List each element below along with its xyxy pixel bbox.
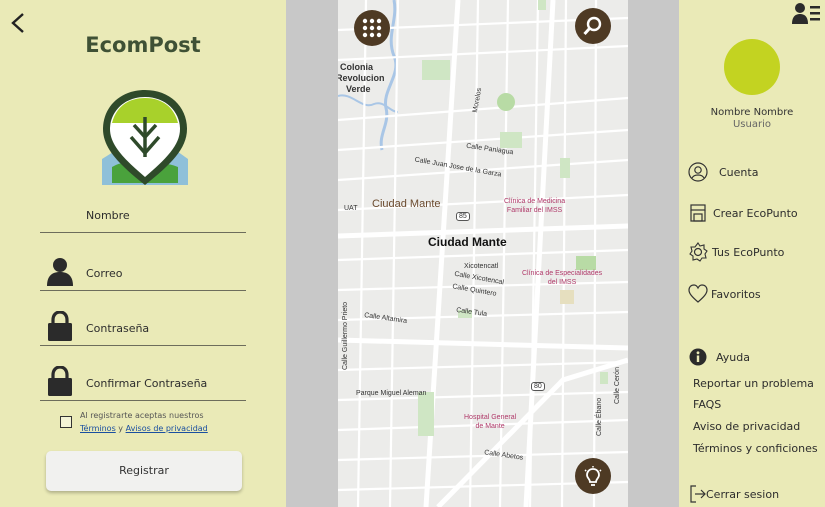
lock-icon [48,311,72,341]
grid-icon [362,18,382,38]
store-icon [690,204,706,222]
terms-text: Al registrarte aceptas nuestros Términos… [80,409,208,435]
menu-item-favorites-label: Favoritos [711,288,761,301]
terms-conditions-link[interactable]: Términos y conficiones [693,442,818,455]
map-label-calle-ceron: Calle Cerón [614,367,621,404]
search-icon [583,16,602,36]
map-label-hospital-line2: de Mante [475,423,505,430]
register-button[interactable]: Registrar [46,451,242,491]
map-label-hospital: Hospital General de Mante [464,413,516,431]
menu-item-create-ecopunto[interactable]: Crear EcoPunto [688,201,822,225]
back-arrow-icon[interactable] [10,12,26,34]
privacy-link[interactable]: Avisos de privacidad [126,424,208,433]
map-label-xicotencatl: Xicotencatl [464,263,499,270]
search-button[interactable] [575,8,611,44]
heart-icon [688,284,708,303]
name-field[interactable]: Nombre [40,193,246,233]
map-label-ciudad-mante-district: Ciudad Mante [372,198,441,210]
map-label-uat: UAT [344,205,358,212]
info-icon [689,348,707,366]
map-label-colonia: Colonia Revolucion Verde [338,62,385,95]
menu-item-my-ecopunto-label: Tus EcoPunto [712,246,785,259]
user-list-icon[interactable] [791,2,821,24]
lightbulb-icon [584,466,602,486]
lock-icon [48,366,72,396]
user-role: Usuario [732,119,771,130]
gear-icon [689,242,708,262]
map-label-clinica-especialidades-line1: Clínica de Especialidades [522,270,603,277]
confirm-password-field[interactable]: Confirmar Contraseña [40,361,246,401]
map-view[interactable]: Colonia Revolucion Verde Morelos Calle P… [338,0,628,507]
confirm-password-field-label: Confirmar Contraseña [86,377,208,390]
map-label-route-80: 80 [531,382,545,391]
map-label-guillermo-prieto: Calle Guillermo Prieto [342,301,349,370]
map-label-clinica-especialidades: Clínica de Especialidades del IMSS [522,269,602,287]
map-label-parque: Parque Miguel Aleman [356,390,427,397]
logout-icon [690,485,706,503]
user-circle-icon [688,162,708,182]
side-menu: Nombre Nombre Usuario Cuenta Crear EcoPu… [679,0,825,507]
map-label-hospital-line1: Hospital General [464,414,517,421]
map-label-clinica-familiar-line2: Familiar del IMSS [506,207,563,214]
suggestion-button[interactable] [575,458,611,494]
password-field-label: Contraseña [86,322,150,335]
email-field[interactable]: Correo [40,251,246,291]
map-label-colonia-line2: Revolucion [338,73,385,83]
name-field-label: Nombre [86,209,130,222]
menu-item-account[interactable]: Cuenta [688,160,822,184]
map-label-ciudad-mante: Ciudad Mante [428,235,507,249]
registration-panel: EcomPost Nombre Correo Contraseña Confir… [0,0,286,507]
map-label-route-85: 85 [456,212,470,221]
ecompost-logo-icon [102,90,188,185]
avatar[interactable] [724,39,780,95]
map-label-calle-ebano: Calle Ébano [596,397,603,436]
logout-label: Cerrar sesion [706,488,780,501]
map-label-colonia-line1: Colonia [340,62,373,72]
apps-grid-button[interactable] [354,10,390,46]
map-label-clinica-especialidades-line2: del IMSS [547,279,577,286]
menu-item-favorites[interactable]: Favoritos [688,282,822,306]
map-label-clinica-familiar-line1: Clínica de Medicina [504,198,566,205]
menu-item-create-ecopunto-label: Crear EcoPunto [713,207,798,220]
user-icon [47,258,73,286]
terms-line: Al registrarte aceptas nuestros [80,411,204,420]
report-problem-link[interactable]: Reportar un problema [693,377,814,390]
faqs-link[interactable]: FAQS [693,398,721,411]
terms-and: y [115,424,126,433]
password-field[interactable]: Contraseña [40,306,246,346]
menu-item-my-ecopunto[interactable]: Tus EcoPunto [688,240,822,264]
menu-item-account-label: Cuenta [719,166,759,179]
terms-checkbox[interactable] [60,416,72,428]
privacy-notice-link[interactable]: Aviso de privacidad [693,420,800,433]
app-title: EcomPost [85,33,201,57]
user-name: Nombre Nombre [710,107,794,118]
menu-item-help-label: Ayuda [716,351,750,364]
email-field-label: Correo [86,267,123,280]
menu-item-help[interactable]: Ayuda [688,345,822,369]
map-label-colonia-line3: Verde [346,84,371,94]
terms-link[interactable]: Términos [80,424,116,433]
logout-button[interactable]: Cerrar sesion [688,482,822,506]
map-label-clinica-familiar: Clínica de Medicina Familiar del IMSS [504,197,565,215]
